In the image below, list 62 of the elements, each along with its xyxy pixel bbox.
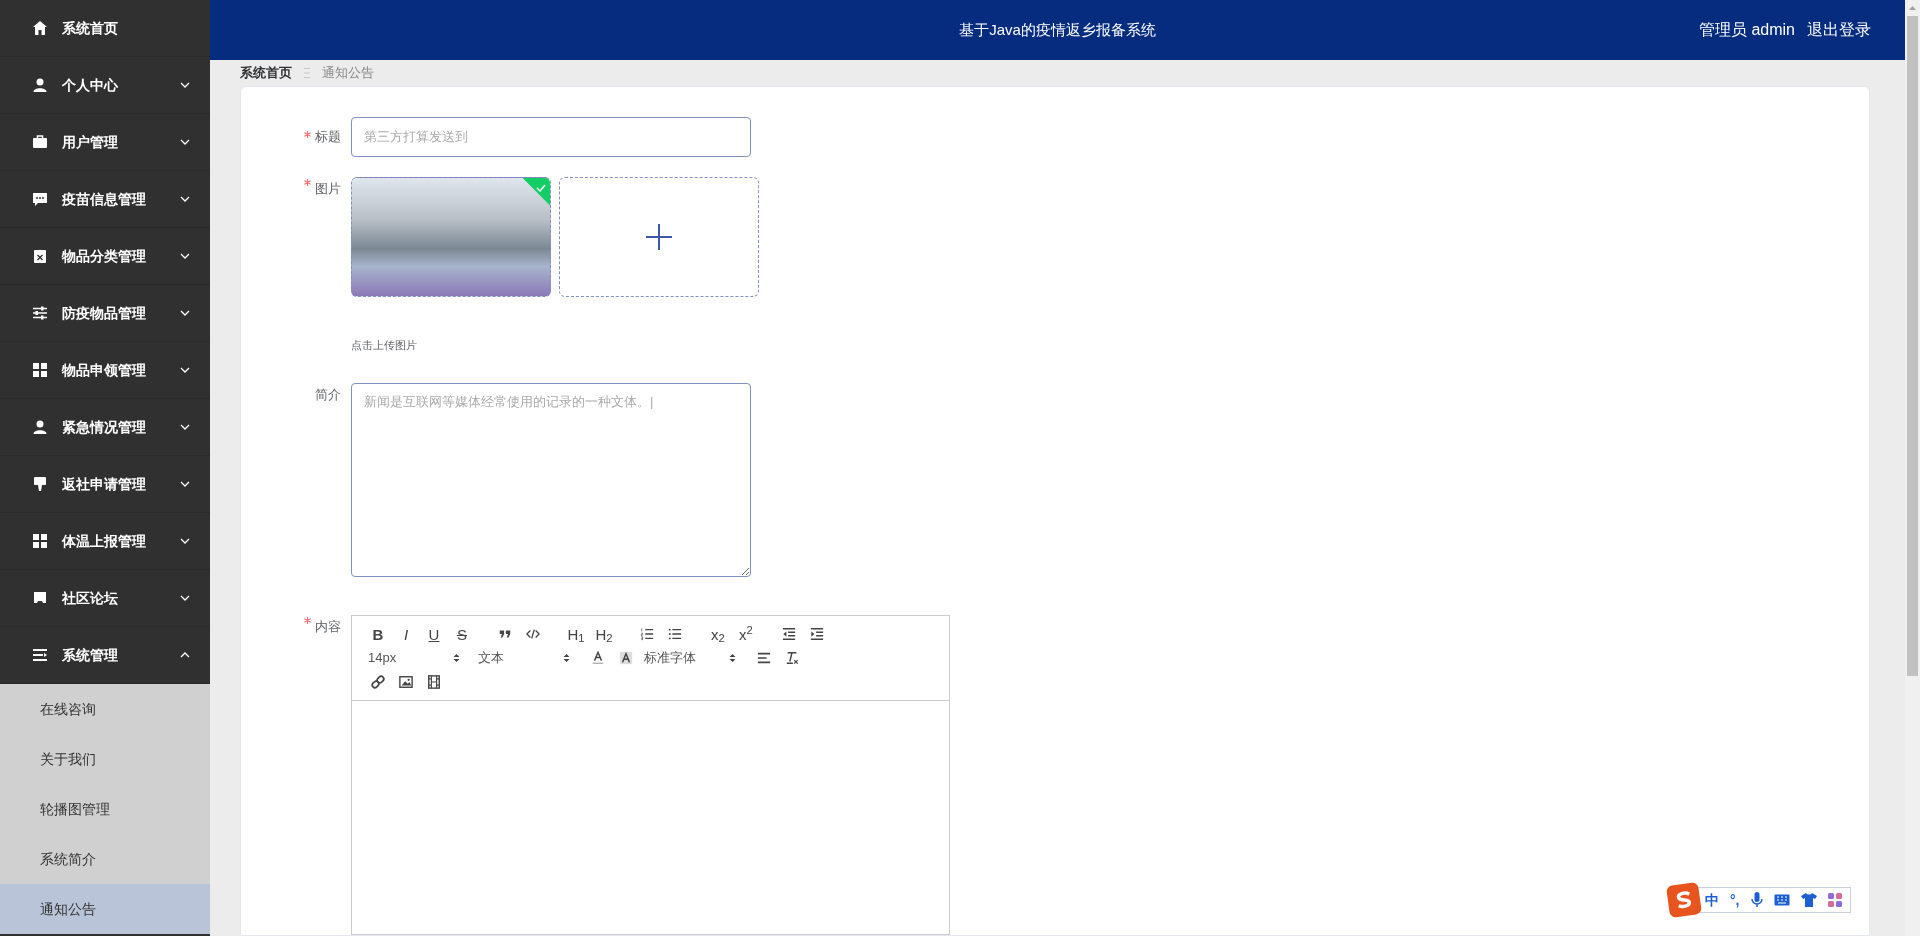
strikethrough-button[interactable]: S — [448, 624, 476, 644]
ime-punctuation[interactable]: °, — [1730, 889, 1740, 911]
tray-icon — [32, 590, 48, 606]
field-label: 标题 — [315, 127, 341, 146]
logout-link[interactable]: 退出登录 — [1807, 18, 1871, 42]
microphone-icon[interactable] — [1750, 892, 1763, 908]
submenu-item[interactable]: 在线咨询 — [0, 684, 210, 734]
toolbar-select[interactable]: 14px — [364, 648, 474, 668]
field-label: 图片 — [315, 179, 341, 198]
briefcase-icon — [32, 134, 48, 150]
toolbar-select[interactable]: 文本 — [474, 648, 584, 668]
field-label: 简介 — [315, 386, 341, 404]
home-icon — [32, 20, 48, 36]
clipboard-icon — [32, 248, 48, 264]
format-button[interactable]: x$_{2}$ — [704, 624, 732, 644]
apps-icon[interactable] — [1827, 893, 1842, 907]
sidebar-menu-item[interactable]: 物品申领管理 — [0, 342, 210, 399]
sidebar-menu-item[interactable]: 物品分类管理 — [0, 228, 210, 285]
keyboard-icon[interactable] — [1773, 894, 1790, 906]
format-button[interactable]: H$_{2}$ — [590, 624, 618, 644]
user-label: 管理员 admin — [1698, 20, 1795, 40]
system-title: 基于Java的疫情返乡报备系统 — [959, 19, 1156, 40]
format-button[interactable]: B — [364, 624, 392, 644]
breadcrumb-item[interactable]: 系统首页 — [240, 63, 292, 83]
toolbar-select[interactable]: 标准字体 — [640, 648, 750, 668]
format-button[interactable]: x$^{2}$ — [732, 624, 760, 644]
sidebar-menu-item[interactable]: 社区论坛 — [0, 570, 210, 627]
sidebar-menu-item[interactable]: 紧急情况管理 — [0, 399, 210, 456]
submenu-item[interactable]: 轮播图管理 — [0, 784, 210, 834]
list-icon — [32, 647, 48, 663]
grid-icon — [32, 533, 48, 549]
upload-hint: 点击上传图片 — [351, 337, 418, 353]
sidebar-menu-item[interactable]: 体温上报管理 — [0, 513, 210, 570]
sliders-icon — [32, 305, 48, 321]
underline-button[interactable]: U — [420, 624, 448, 644]
scrollbar-thumb[interactable] — [1907, 16, 1918, 676]
sidebar-menu-item[interactable]: 个人中心 — [0, 57, 210, 114]
format-button[interactable]: I — [392, 624, 420, 644]
stamp-icon — [32, 476, 48, 492]
sidebar-menu-item[interactable]: 疫苗信息管理 — [0, 171, 210, 228]
breadcrumb-separator-icon — [304, 66, 310, 79]
sidebar-menu-item[interactable]: 防疫物品管理 — [0, 285, 210, 342]
select-arrows-icon — [729, 653, 736, 663]
submenu-item[interactable]: 通知公告 — [0, 884, 210, 934]
sidebar-menu-item[interactable]: 用户管理 — [0, 114, 210, 171]
title-input[interactable]: 第三方打算发送到 — [351, 116, 751, 157]
chat-icon — [32, 191, 48, 207]
breadcrumb-item: 通知公告 — [322, 64, 374, 82]
select-arrows-icon — [453, 653, 460, 663]
user-icon — [32, 77, 48, 93]
uploaded-photo-placeholder[interactable] — [351, 176, 551, 297]
sidebar-menu-item[interactable]: 返社申请管理 — [0, 456, 210, 513]
format-button[interactable]: H$_{1}$ — [562, 624, 590, 644]
field-label: 内容 — [315, 618, 341, 636]
select-arrows-icon — [563, 653, 570, 663]
submenu-item[interactable]: 系统简介 — [0, 834, 210, 884]
user-icon — [32, 419, 48, 435]
submenu-item[interactable]: 关于我们 — [0, 734, 210, 784]
shirt-icon[interactable] — [1800, 893, 1817, 907]
grid-icon — [32, 362, 48, 378]
ime-mode[interactable]: 中 — [1705, 889, 1719, 911]
plus-icon — [645, 222, 673, 251]
